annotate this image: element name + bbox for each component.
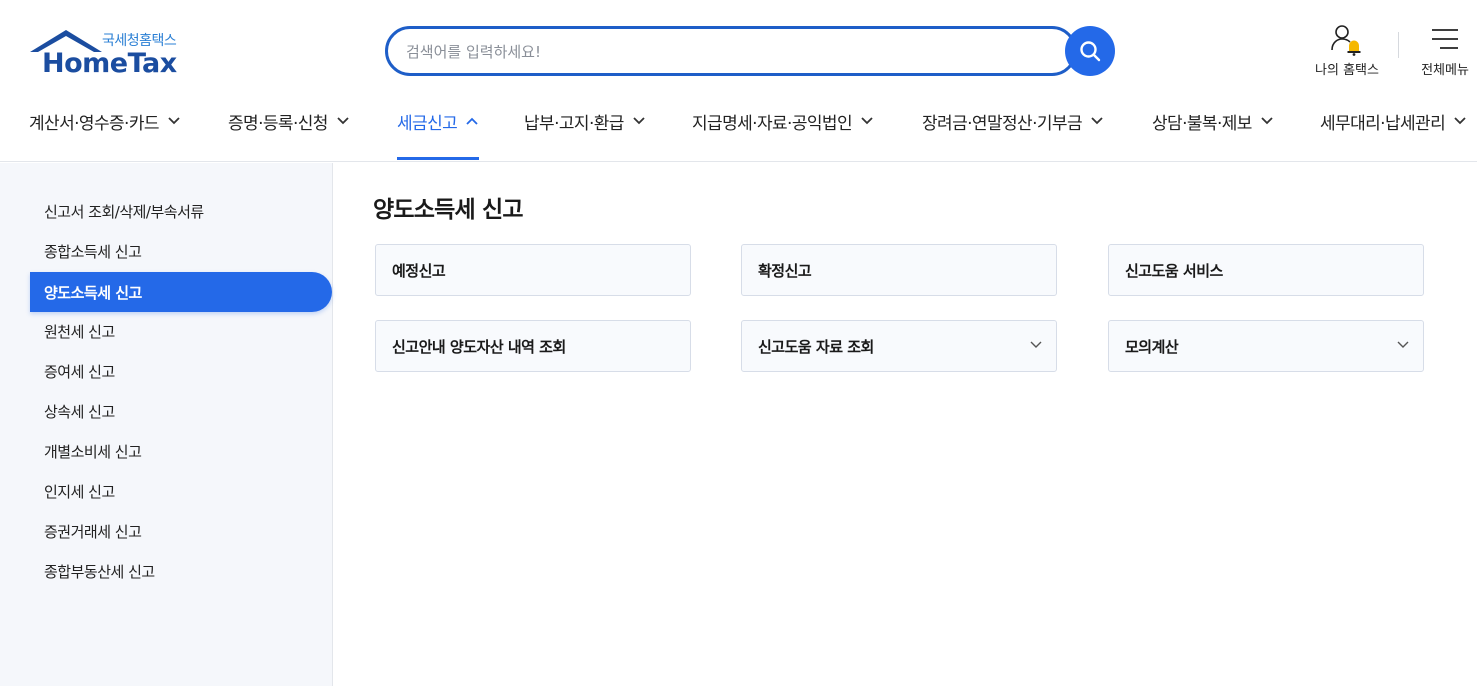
gnb-item-incentives[interactable]: 장려금·연말정산·기부금: [922, 106, 1103, 136]
sidebar-item-label: 인지세 신고: [44, 482, 115, 501]
search-icon: [1080, 41, 1101, 62]
header: 국세청홈택스 HomeTax 나의 홈택스 전체메뉴 계산서·영수증: [0, 0, 1477, 162]
hamburger-icon: [1432, 29, 1458, 49]
gnb-item-label: 세금신고: [397, 113, 458, 134]
gnb-item-tax-agent[interactable]: 세무대리·납세관리: [1320, 106, 1466, 136]
all-menu-button[interactable]: 전체메뉴: [1416, 24, 1474, 78]
card-filing-help-data[interactable]: 신고도움 자료 조회: [741, 320, 1057, 372]
logo-title: HomeTax: [42, 48, 177, 79]
card-final-return[interactable]: 확정신고: [741, 244, 1057, 296]
gnb-item-label: 장려금·연말정산·기부금: [922, 113, 1083, 134]
gnb-item-label: 납부·고지·환급: [524, 113, 624, 134]
sidebar-item-withholding-tax[interactable]: 원천세 신고: [30, 311, 332, 351]
sidebar-item-label: 신고서 조회/삭제/부속서류: [44, 202, 204, 221]
gnb-item-payment-statements[interactable]: 지급명세·자료·공익법인: [692, 106, 873, 136]
sidebar-item-global-income-tax[interactable]: 종합소득세 신고: [30, 231, 332, 271]
sidebar-item-label: 양도소득세 신고: [44, 283, 142, 302]
sidebar-item-label: 원천세 신고: [44, 322, 115, 341]
chevron-down-icon: [1030, 341, 1042, 348]
sidebar-item-property-tax[interactable]: 종합부동산세 신고: [30, 551, 332, 591]
sidebar-item-label: 증권거래세 신고: [44, 522, 142, 541]
card-asset-history-lookup[interactable]: 신고안내 양도자산 내역 조회: [375, 320, 691, 372]
gnb-item-label: 세무대리·납세관리: [1320, 113, 1446, 134]
my-hometax-button[interactable]: 나의 홈택스: [1306, 24, 1388, 78]
sidebar-item-label: 종합소득세 신고: [44, 242, 142, 261]
sidebar-item-label: 종합부동산세 신고: [44, 562, 155, 581]
gnb-item-consultation[interactable]: 상담·불복·제보: [1152, 106, 1273, 136]
card-label: 신고도움 서비스: [1125, 261, 1223, 280]
sidebar-item-report-lookup[interactable]: 신고서 조회/삭제/부속서류: [30, 191, 332, 231]
gnb-item-payment[interactable]: 납부·고지·환급: [524, 106, 645, 136]
chevron-down-icon: [1397, 341, 1409, 348]
card-label: 예정신고: [392, 261, 446, 280]
card-label: 신고도움 자료 조회: [758, 337, 874, 356]
sidebar-item-stamp-tax[interactable]: 인지세 신고: [30, 471, 332, 511]
chevron-down-icon: [1454, 117, 1466, 125]
search-input[interactable]: [406, 39, 1046, 65]
chevron-down-icon: [861, 117, 873, 125]
card-filing-help-service[interactable]: 신고도움 서비스: [1108, 244, 1424, 296]
gnb-item-certificates[interactable]: 증명·등록·신청: [228, 106, 349, 136]
sidebar-item-inheritance-tax[interactable]: 상속세 신고: [30, 391, 332, 431]
chevron-down-icon: [633, 117, 645, 125]
sidebar-item-label: 상속세 신고: [44, 402, 115, 421]
user-bell-icon: [1331, 25, 1361, 56]
gnb-item-label: 지급명세·자료·공익법인: [692, 113, 853, 134]
gnb-item-receipts[interactable]: 계산서·영수증·카드: [29, 106, 180, 136]
gnb-item-tax-filing[interactable]: 세금신고: [397, 106, 478, 136]
card-label: 신고안내 양도자산 내역 조회: [392, 337, 566, 356]
card-preliminary-return[interactable]: 예정신고: [375, 244, 691, 296]
hometax-logo[interactable]: 국세청홈택스 HomeTax: [28, 28, 188, 79]
search-bar: [385, 26, 1077, 76]
card-mock-calculation[interactable]: 모의계산: [1108, 320, 1424, 372]
gnb-item-label: 상담·불복·제보: [1152, 113, 1252, 134]
page-title: 양도소득세 신고: [373, 197, 524, 223]
logo-subtitle: 국세청홈택스: [102, 33, 177, 49]
card-label: 확정신고: [758, 261, 812, 280]
sidebar-item-label: 증여세 신고: [44, 362, 115, 381]
sidebar-item-excise-tax[interactable]: 개별소비세 신고: [30, 431, 332, 471]
sidebar: 신고서 조회/삭제/부속서류 종합소득세 신고 양도소득세 신고 원천세 신고 …: [0, 163, 333, 686]
my-hometax-label: 나의 홈택스: [1315, 63, 1379, 78]
header-divider: [1398, 32, 1399, 58]
search-button[interactable]: [1065, 26, 1115, 76]
chevron-down-icon: [1091, 117, 1103, 125]
all-menu-label: 전체메뉴: [1421, 63, 1469, 78]
sidebar-item-label: 개별소비세 신고: [44, 442, 142, 461]
chevron-down-icon: [1261, 117, 1273, 125]
gnb-item-label: 계산서·영수증·카드: [29, 113, 160, 134]
gnb-active-indicator: [397, 157, 479, 160]
card-label: 모의계산: [1125, 337, 1179, 356]
chevron-down-icon: [168, 117, 180, 125]
sidebar-item-capital-gains-tax[interactable]: 양도소득세 신고: [30, 272, 332, 312]
gnb-item-label: 증명·등록·신청: [228, 113, 328, 134]
chevron-up-icon: [466, 117, 478, 125]
sidebar-item-gift-tax[interactable]: 증여세 신고: [30, 351, 332, 391]
chevron-down-icon: [337, 117, 349, 125]
sidebar-item-securities-tax[interactable]: 증권거래세 신고: [30, 511, 332, 551]
